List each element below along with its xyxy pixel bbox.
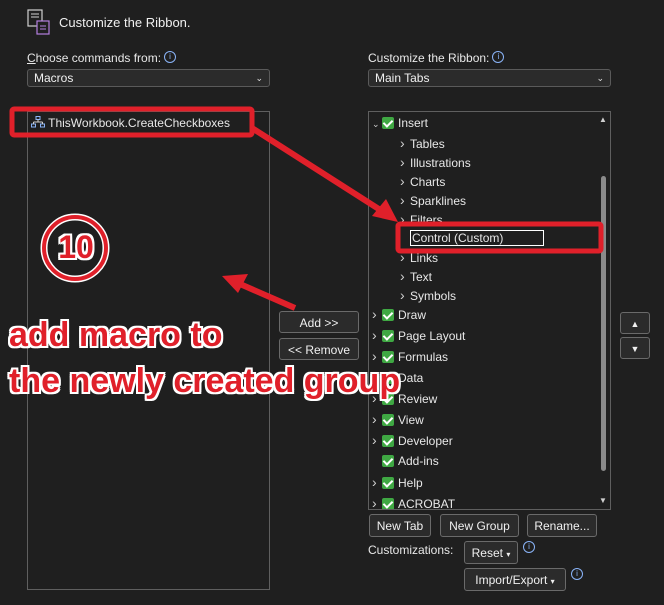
annotation-line-1: add macro to bbox=[9, 316, 223, 354]
macro-highlight-box bbox=[9, 106, 255, 138]
arrow-to-list bbox=[238, 281, 297, 311]
arrow-to-group bbox=[250, 125, 387, 216]
step-number: 10 bbox=[58, 229, 94, 265]
annotation-overlay bbox=[9, 106, 604, 311]
group-highlight-box bbox=[395, 221, 604, 254]
annotation-line-2: the newly created group bbox=[9, 362, 401, 400]
